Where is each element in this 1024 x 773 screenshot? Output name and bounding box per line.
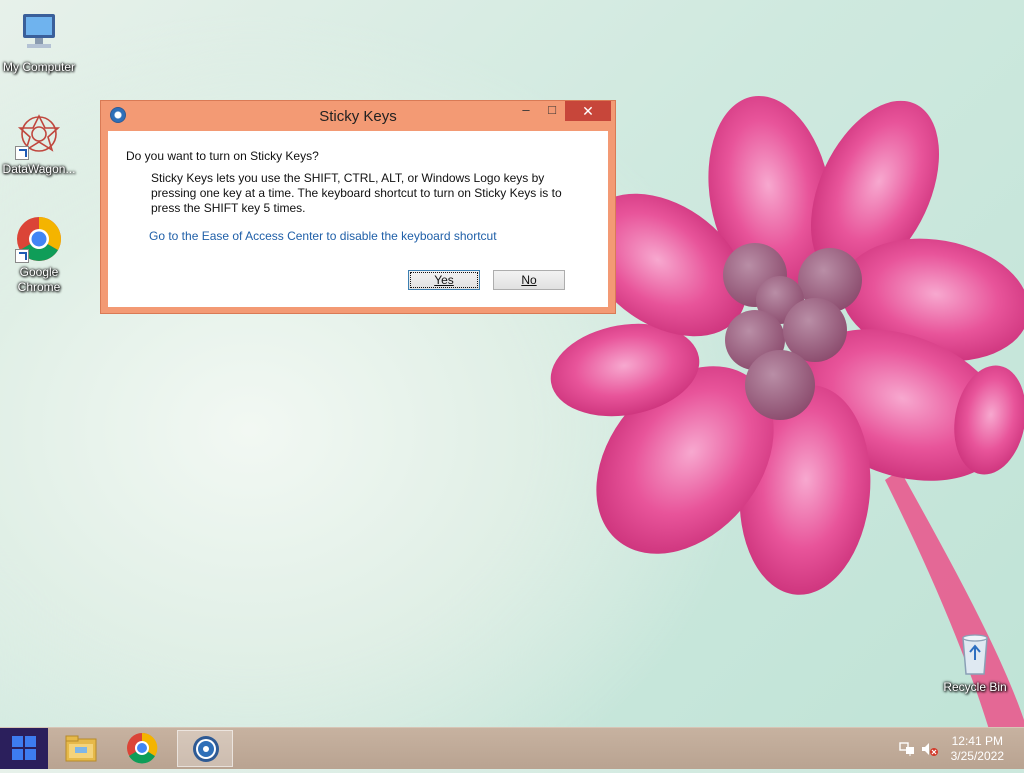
clock-time: 12:41 PM [951,734,1003,748]
desktop-icon-label: Google Chrome [17,265,61,294]
start-button[interactable] [0,728,48,769]
close-button[interactable]: ✕ [565,101,611,121]
taskbar-chrome[interactable] [114,730,170,767]
desktop-icon-datawagon[interactable]: DataWagon... [0,112,78,177]
chrome-icon [127,732,158,764]
datawagon-logo-icon [15,112,63,160]
taskbar-file-explorer[interactable] [53,730,109,767]
dialog-body: Do you want to turn on Sticky Keys? Stic… [108,131,608,307]
taskbar: 12:41 PM 3/25/2022 [0,727,1024,769]
desktop-icon-google-chrome[interactable]: Google Chrome [0,215,78,295]
maximize-button[interactable]: □ [539,101,565,121]
sticky-keys-dialog: Sticky Keys – □ ✕ Do you want to turn on… [100,100,616,314]
chrome-icon [15,215,63,263]
dialog-description: Sticky Keys lets you use the SHIFT, CTRL… [151,171,562,215]
yes-button[interactable]: Yes [408,270,480,290]
recycle-bin-icon [951,630,999,678]
no-button-label: No [521,273,537,287]
clock-date: 3/25/2022 [950,749,1004,763]
computer-icon [15,10,63,58]
desktop-icon-label: DataWagon... [2,162,76,176]
ease-of-access-icon [193,736,219,762]
desktop-icon-recycle-bin[interactable]: Recycle Bin [936,630,1014,695]
dialog-question: Do you want to turn on Sticky Keys? [126,149,319,163]
volume-muted-icon[interactable] [921,742,939,756]
desktop-icon-my-computer[interactable]: My Computer [0,10,78,75]
shortcut-arrow-icon [15,146,29,160]
desktop-icon-label: My Computer [2,60,76,74]
taskbar-ease-of-access[interactable] [177,730,233,767]
desktop-icon-label: Recycle Bin [943,680,1007,694]
yes-button-label: Yes [434,273,454,287]
ease-of-access-link[interactable]: Go to the Ease of Access Center to disab… [149,229,497,243]
shortcut-arrow-icon [15,249,29,263]
network-icon[interactable] [899,742,915,756]
tray-clock[interactable]: 12:41 PM 3/25/2022 [951,734,1004,764]
windows-logo-icon [12,736,38,762]
folder-icon [65,735,97,762]
dialog-titlebar[interactable]: Sticky Keys – □ ✕ [101,101,615,131]
no-button[interactable]: No [493,270,565,290]
minimize-button[interactable]: – [513,101,539,121]
